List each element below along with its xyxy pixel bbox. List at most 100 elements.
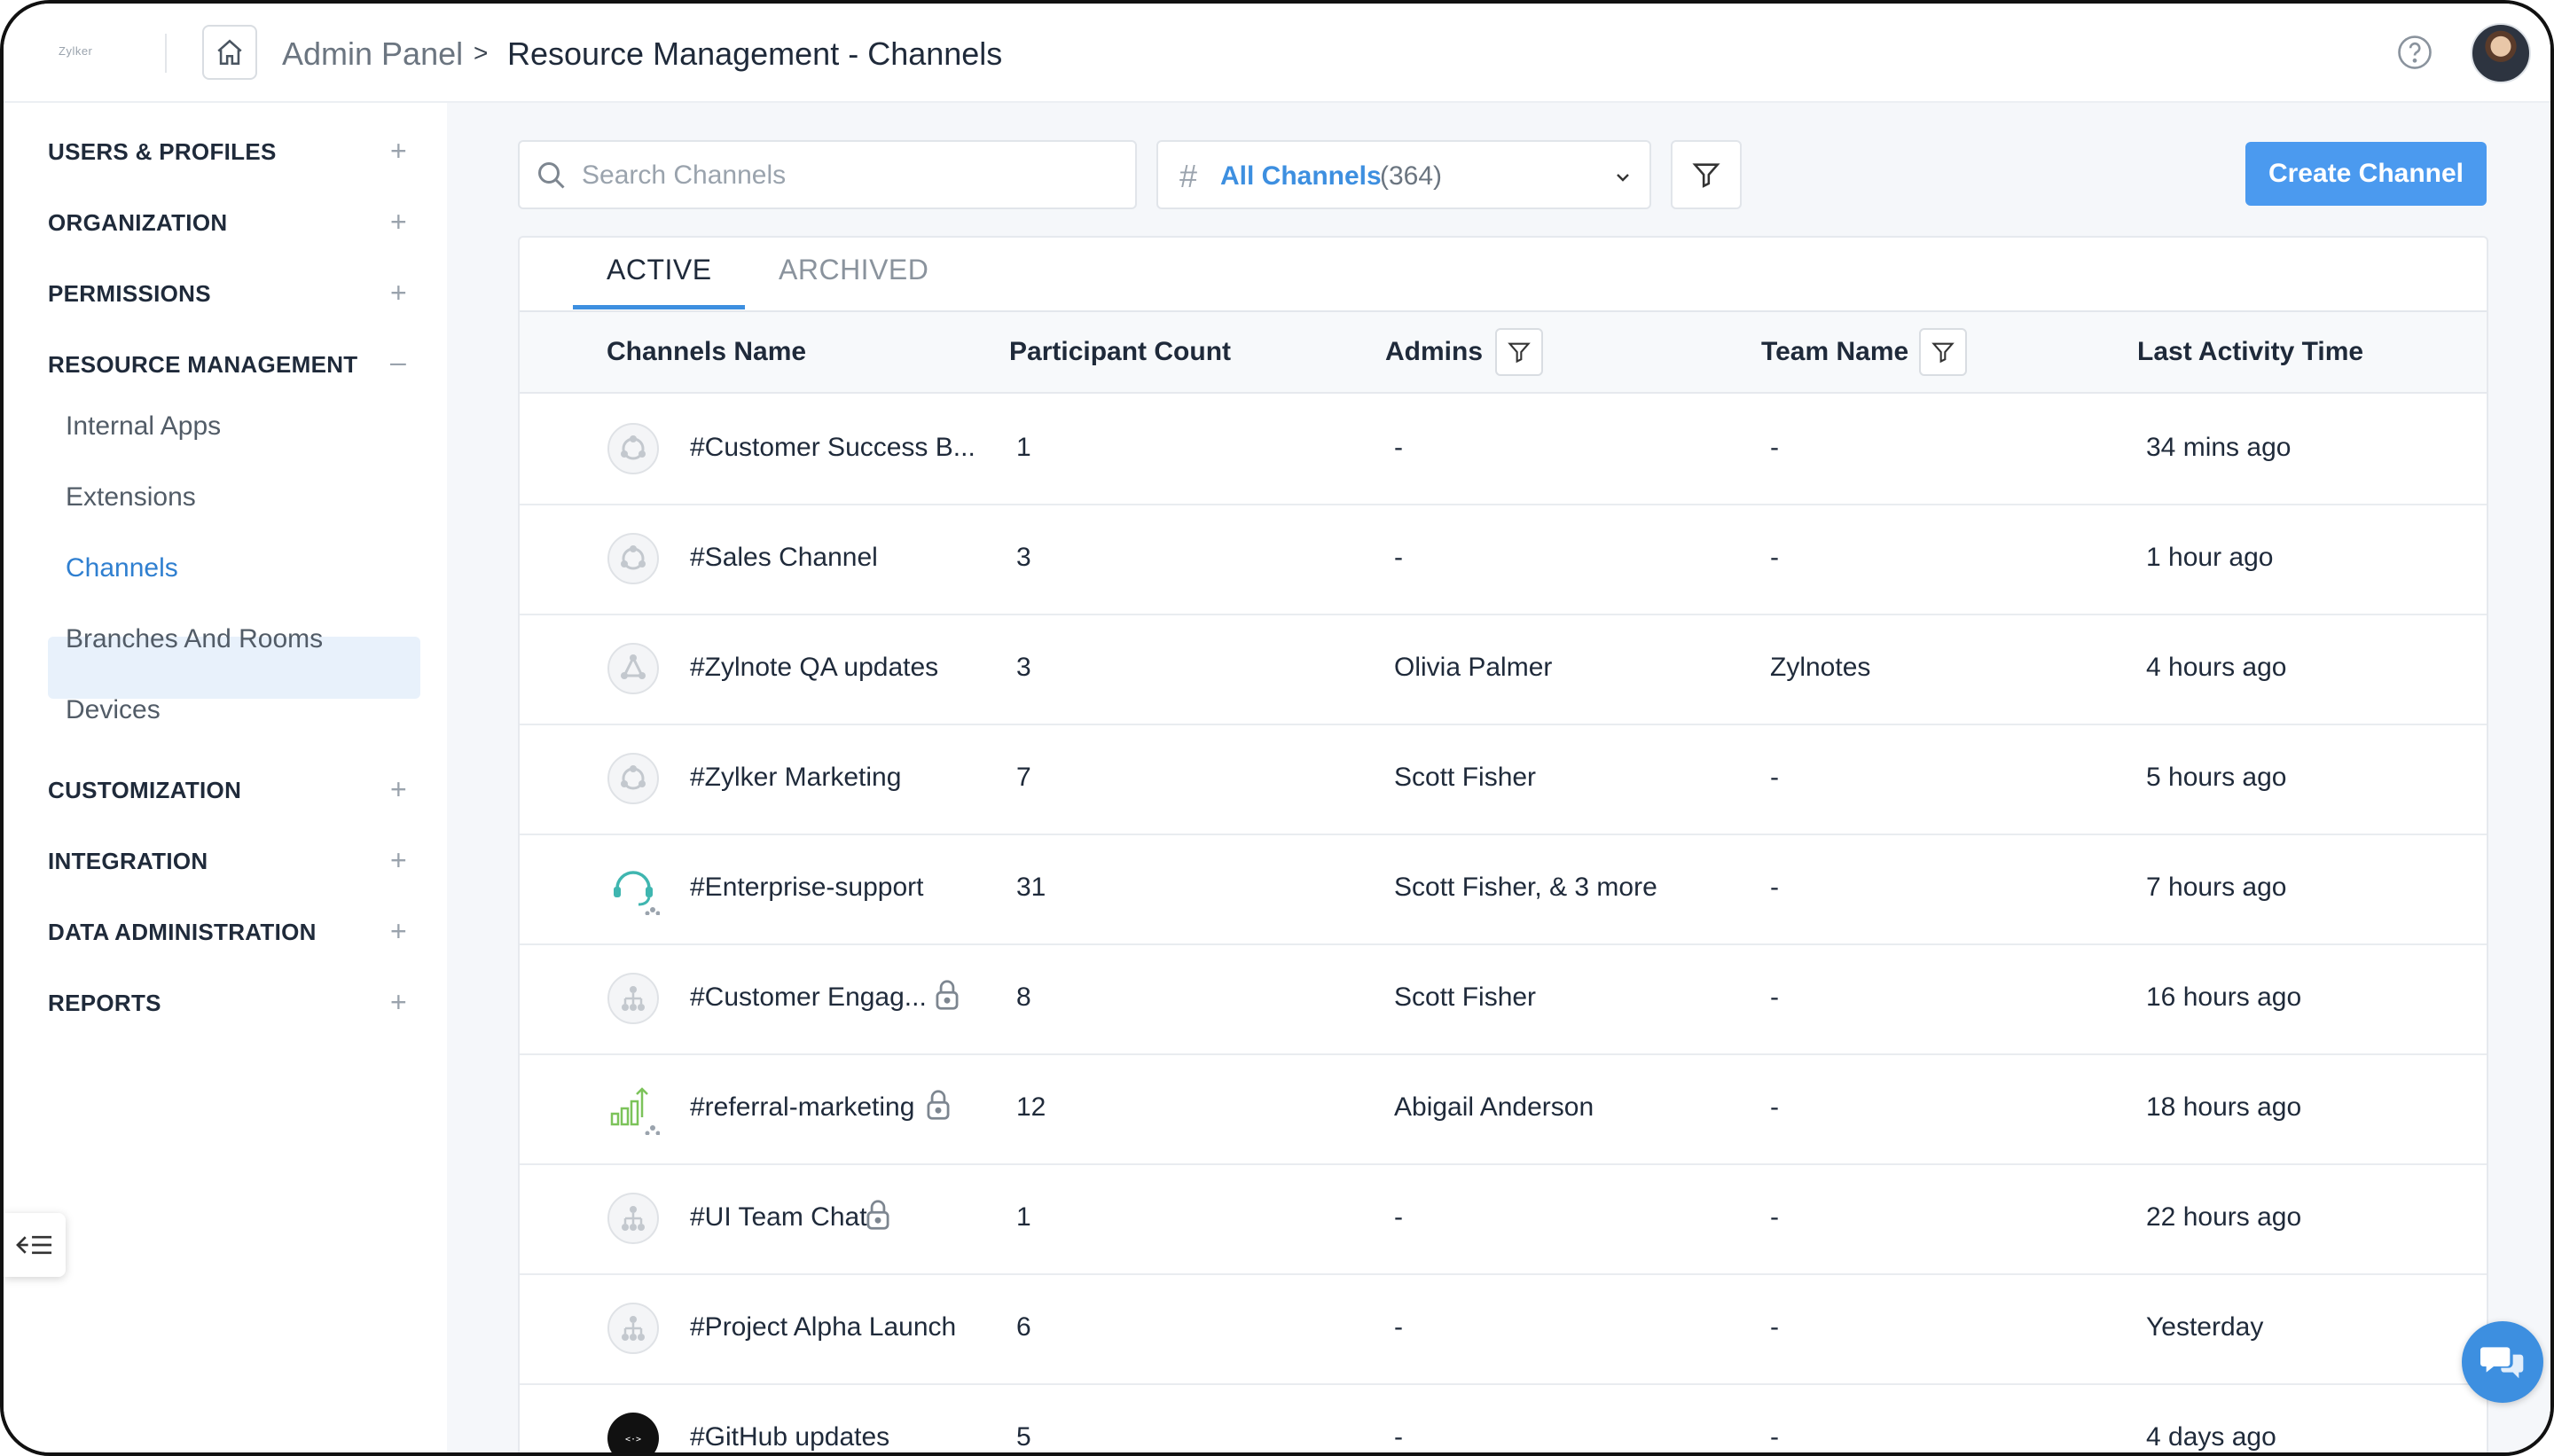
tab-archived[interactable]: ARCHIVED bbox=[779, 254, 928, 286]
table-row[interactable]: #Zylker Marketing 7 Scott Fisher - 5 hou… bbox=[520, 724, 2487, 835]
team-value: - bbox=[1770, 763, 1779, 792]
tab-active[interactable]: ACTIVE bbox=[607, 254, 712, 286]
org-icon bbox=[607, 753, 659, 804]
admins-value: - bbox=[1394, 543, 1403, 572]
sidebar-item-internal-apps[interactable]: Internal Apps bbox=[66, 411, 221, 442]
org-icon bbox=[607, 423, 659, 474]
admins-value: Abigail Anderson bbox=[1394, 1092, 1594, 1122]
sidebar-section-integration[interactable]: INTEGRATION bbox=[48, 848, 208, 875]
sidebar-section-users-profiles[interactable]: USERS & PROFILES bbox=[48, 138, 277, 166]
headset-icon bbox=[614, 871, 660, 915]
admins-value: Olivia Palmer bbox=[1394, 653, 1553, 682]
channel-name[interactable]: #Customer Engag... bbox=[690, 982, 927, 1013]
sidebar-section-reports[interactable]: REPORTS bbox=[48, 990, 161, 1017]
collapse-icon[interactable]: – bbox=[390, 348, 406, 376]
channel-filter-dropdown[interactable]: # All Channels (364) bbox=[1156, 140, 1651, 209]
last-activity: 34 mins ago bbox=[2146, 433, 2292, 462]
table-row[interactable]: #Customer Engag... 8 Scott Fisher - 16 h… bbox=[520, 943, 2487, 1055]
search-box[interactable] bbox=[518, 140, 1137, 209]
sidebar-item-extensions[interactable]: Extensions bbox=[66, 482, 196, 513]
team-value: - bbox=[1770, 982, 1779, 1012]
channel-name[interactable]: #Sales Channel bbox=[690, 543, 878, 573]
app-window: Zylker Admin Panel > Resource Management… bbox=[0, 0, 2554, 1456]
expand-icon[interactable]: + bbox=[390, 207, 407, 236]
table-row[interactable]: #Customer Success B... 1 - - 34 mins ago bbox=[520, 394, 2487, 505]
svg-text:<·>: <·> bbox=[625, 1435, 641, 1444]
home-button[interactable] bbox=[202, 25, 257, 80]
sidebar-section-data-administration[interactable]: DATA ADMINISTRATION bbox=[48, 919, 317, 946]
sidebar-section-permissions[interactable]: PERMISSIONS bbox=[48, 280, 211, 308]
table-header: Channels Name Participant Count Admins T… bbox=[520, 312, 2487, 394]
table-row[interactable]: #Project Alpha Launch 6 - - Yesterday bbox=[520, 1273, 2487, 1385]
admins-value: Scott Fisher bbox=[1394, 982, 1537, 1012]
create-channel-button[interactable]: Create Channel bbox=[2245, 142, 2487, 206]
channel-name[interactable]: #GitHub updates bbox=[690, 1422, 889, 1452]
table-row[interactable]: #UI Team Chat 1 - - 22 hours ago bbox=[520, 1163, 2487, 1275]
admins-value: - bbox=[1394, 1202, 1403, 1232]
table-row[interactable]: #Zylnote QA updates 3 Olivia Palmer Zyln… bbox=[520, 614, 2487, 725]
last-activity: 4 hours ago bbox=[2146, 653, 2287, 682]
admins-value: - bbox=[1394, 433, 1403, 462]
column-header-admins[interactable]: Admins bbox=[1385, 337, 1483, 367]
channel-name[interactable]: #Zylnote QA updates bbox=[690, 653, 938, 683]
org-icon bbox=[607, 533, 659, 584]
last-activity: 7 hours ago bbox=[2146, 873, 2287, 902]
table-row[interactable]: #Enterprise-support 31 Scott Fisher, & 3… bbox=[520, 834, 2487, 945]
expand-icon[interactable]: + bbox=[390, 775, 407, 803]
expand-icon[interactable]: + bbox=[390, 278, 407, 307]
search-icon bbox=[538, 162, 565, 189]
sidebar-section-resource-management[interactable]: RESOURCE MANAGEMENT bbox=[48, 351, 358, 379]
column-header-channels-name[interactable]: Channels Name bbox=[607, 337, 806, 367]
team-value: - bbox=[1770, 1312, 1779, 1342]
admins-value: Scott Fisher bbox=[1394, 763, 1537, 792]
user-avatar[interactable] bbox=[2471, 23, 2531, 83]
table-row[interactable]: <·> #GitHub updates 5 - - 4 days ago bbox=[520, 1383, 2487, 1452]
table-row[interactable]: #referral-marketing 12 Abigail Anderson … bbox=[520, 1053, 2487, 1165]
channel-name[interactable]: #Zylker Marketing bbox=[690, 763, 901, 793]
channel-name[interactable]: #referral-marketing bbox=[690, 1092, 914, 1123]
channel-name[interactable]: #Enterprise-support bbox=[690, 873, 923, 903]
column-header-team-name[interactable]: Team Name bbox=[1761, 337, 1908, 367]
column-header-participant-count[interactable]: Participant Count bbox=[1009, 337, 1231, 367]
participant-count: 1 bbox=[1016, 1202, 1031, 1232]
team-value: - bbox=[1770, 1422, 1779, 1452]
team-value: - bbox=[1770, 873, 1779, 902]
column-header-last-activity[interactable]: Last Activity Time bbox=[2137, 337, 2363, 367]
expand-icon[interactable]: + bbox=[390, 917, 407, 945]
channel-name[interactable]: #Project Alpha Launch bbox=[690, 1312, 956, 1342]
team-filter-button[interactable] bbox=[1919, 328, 1967, 376]
admins-value: - bbox=[1394, 1312, 1403, 1342]
sidebar-section-customization[interactable]: CUSTOMIZATION bbox=[48, 777, 241, 804]
chat-icon bbox=[2480, 1347, 2524, 1379]
expand-icon[interactable]: + bbox=[390, 137, 407, 165]
table-row[interactable]: #Sales Channel 3 - - 1 hour ago bbox=[520, 504, 2487, 615]
help-icon[interactable] bbox=[2396, 34, 2433, 71]
hierarchy-icon bbox=[607, 1303, 659, 1354]
company-logo[interactable]: Zylker bbox=[59, 44, 92, 58]
top-header: Zylker Admin Panel > Resource Management… bbox=[4, 4, 2550, 103]
last-activity: 1 hour ago bbox=[2146, 543, 2274, 572]
page-title: Resource Management - Channels bbox=[507, 35, 1003, 72]
channels-panel: ACTIVE ARCHIVED Channels Name Participan… bbox=[518, 236, 2488, 1452]
sidebar-section-organization[interactable]: ORGANIZATION bbox=[48, 209, 227, 237]
channel-name[interactable]: #Customer Success B... bbox=[690, 433, 975, 463]
sidebar-item-branches-and-rooms[interactable]: Branches And Rooms bbox=[66, 624, 323, 654]
participant-count: 7 bbox=[1016, 763, 1031, 792]
breadcrumb-admin-panel[interactable]: Admin Panel bbox=[282, 35, 463, 73]
expand-icon[interactable]: + bbox=[390, 846, 407, 874]
filter-button[interactable] bbox=[1671, 140, 1742, 209]
chat-support-button[interactable] bbox=[2462, 1321, 2543, 1403]
expand-icon[interactable]: + bbox=[390, 988, 407, 1016]
active-tab-indicator bbox=[573, 305, 745, 309]
team-value: Zylnotes bbox=[1770, 653, 1871, 682]
search-input[interactable] bbox=[580, 153, 1116, 199]
sidebar-item-devices[interactable]: Devices bbox=[66, 695, 161, 725]
sidebar-item-channels[interactable]: Channels bbox=[66, 553, 178, 583]
admins-filter-button[interactable] bbox=[1495, 328, 1543, 376]
dropdown-count: (364) bbox=[1380, 161, 1443, 191]
participant-count: 8 bbox=[1016, 982, 1031, 1012]
collapse-sidebar-button[interactable] bbox=[4, 1213, 66, 1277]
participant-count: 3 bbox=[1016, 653, 1031, 682]
channel-name[interactable]: #UI Team Chat bbox=[690, 1202, 867, 1233]
team-value: - bbox=[1770, 1202, 1779, 1232]
